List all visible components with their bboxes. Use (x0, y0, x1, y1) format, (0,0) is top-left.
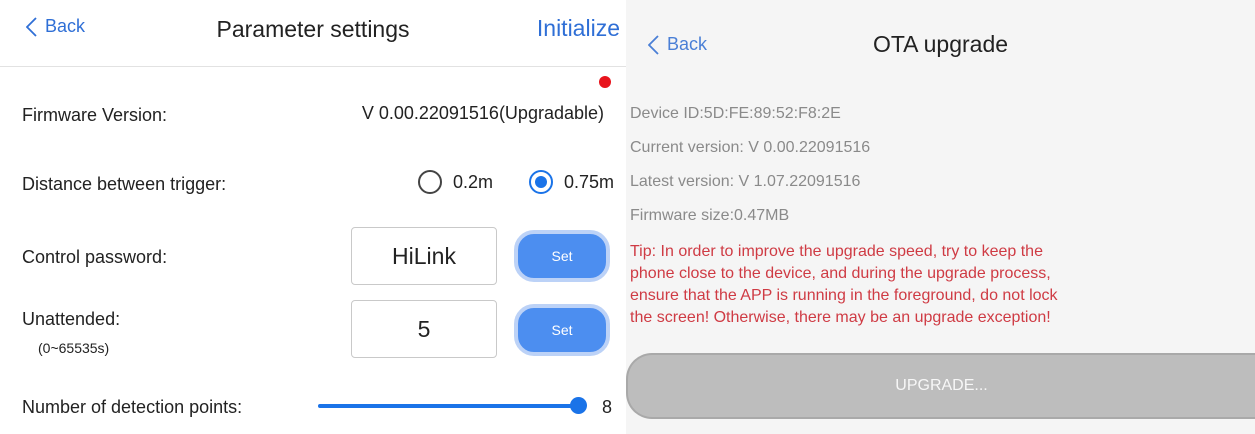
radio-selected-icon[interactable] (529, 170, 553, 194)
tip-line: phone close to the device, and during th… (630, 265, 1051, 282)
parameter-settings-screen: Back Parameter settings Initialize Firmw… (0, 0, 626, 434)
upgrade-tip: Tip: In order to improve the upgrade spe… (630, 241, 1250, 329)
device-id-text: Device ID:5D:FE:89:52:F8:2E (630, 105, 841, 122)
detection-points-label: Number of detection points: (22, 397, 243, 417)
unattended-range-hint: (0~65535s) (38, 340, 110, 356)
parameter-settings-nav-bar: Back Parameter settings Initialize (0, 0, 626, 66)
firmware-version-label: Firmware Version: (22, 105, 168, 125)
unattended-label: Unattended: (22, 309, 121, 329)
update-available-dot (599, 76, 611, 88)
tip-line: ensure that the APP is running in the fo… (630, 287, 1058, 304)
radio-unselected-icon[interactable] (418, 170, 442, 194)
unattended-seconds-input[interactable]: 5 (351, 300, 497, 358)
tip-line: the screen! Otherwise, there may be an u… (630, 309, 1051, 326)
detection-points-value: 8 (602, 397, 613, 417)
upgrade-button[interactable]: UPGRADE... (626, 353, 1255, 419)
latest-version-text: Latest version: V 1.07.22091516 (630, 173, 861, 190)
current-version-text: Current version: V 0.00.22091516 (630, 139, 871, 156)
tip-line: Tip: In order to improve the upgrade spe… (630, 243, 1043, 260)
initialize-button[interactable]: Initialize (537, 15, 620, 42)
page-title: OTA upgrade (872, 31, 1009, 57)
firmware-size-text: Firmware size:0.47MB (630, 207, 790, 224)
control-password-input[interactable]: HiLink (351, 227, 497, 285)
distance-trigger-label: Distance between trigger: (22, 174, 227, 194)
firmware-version-value[interactable]: V 0.00.22091516(Upgradable) (362, 103, 604, 124)
distance-option-label: 0.75m (564, 172, 615, 192)
detection-points-slider[interactable] (318, 404, 582, 408)
page-title: Parameter settings (216, 16, 410, 42)
set-password-button[interactable]: Set (514, 230, 610, 282)
slider-thumb[interactable] (570, 397, 587, 414)
ota-upgrade-screen: Back OTA upgrade Device ID:5D:FE:89:52:F… (626, 0, 1255, 434)
control-password-label: Control password: (22, 247, 168, 267)
set-unattended-button[interactable]: Set (514, 304, 610, 356)
nav-divider (0, 66, 626, 67)
distance-option-label: 0.2m (453, 172, 494, 192)
